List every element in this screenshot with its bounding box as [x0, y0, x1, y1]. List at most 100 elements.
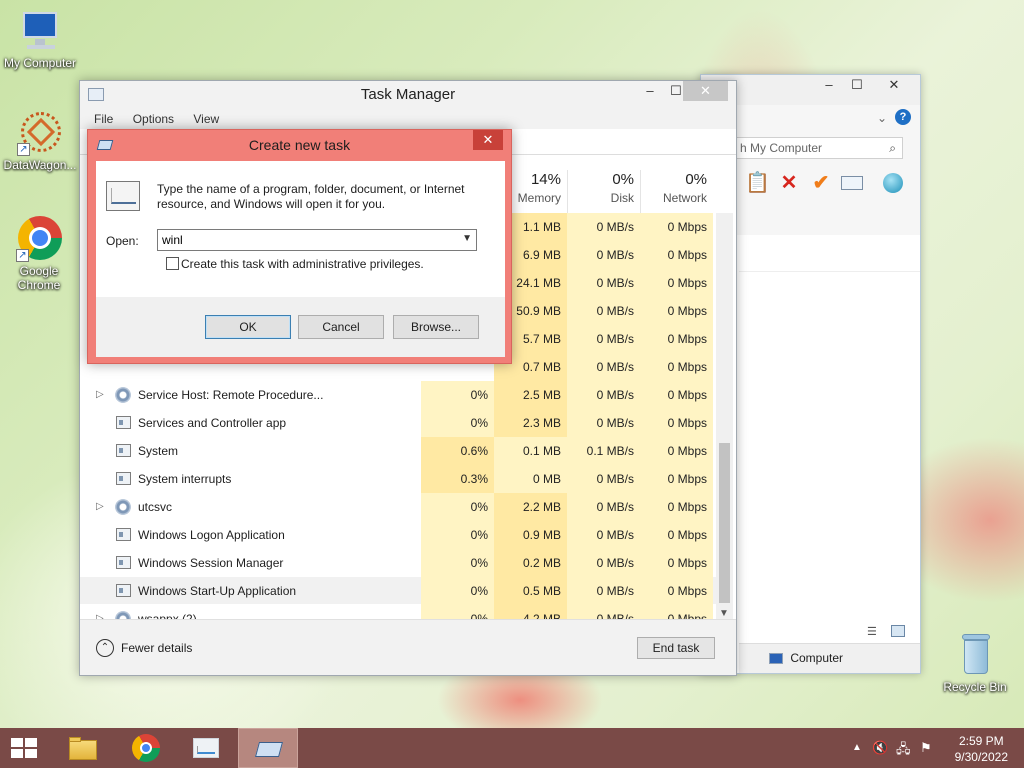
memory-cell: 0.1 MB	[494, 437, 567, 465]
network-cell: 0 Mbps	[640, 409, 713, 437]
desktop-icon-recycle-bin[interactable]: Recycle Bin	[935, 632, 1015, 694]
run-program-icon	[106, 181, 140, 211]
scrollbar-thumb[interactable]	[719, 443, 730, 603]
globe-icon[interactable]	[881, 171, 905, 195]
details-view-icon[interactable]: ☰	[867, 625, 877, 638]
chevron-down-icon[interactable]: ▼	[462, 233, 472, 244]
cancel-button[interactable]: Cancel	[298, 315, 384, 339]
close-icon[interactable]: ✕	[683, 81, 728, 101]
close-icon[interactable]: ✕	[473, 130, 503, 150]
open-combobox[interactable]: ▼	[157, 229, 477, 251]
close-icon[interactable]: ✕	[873, 75, 915, 95]
browse-button[interactable]: Browse...	[393, 315, 479, 339]
menu-options[interactable]: Options	[133, 112, 174, 126]
system-tray: ▲ 🔇 🖧 ⚑ 2:59 PM 9/30/2022	[844, 728, 1024, 768]
cpu-cell: 0%	[421, 493, 494, 521]
vertical-scrollbar[interactable]: ▼	[716, 213, 733, 621]
search-placeholder: h My Computer	[740, 141, 823, 155]
taskbar-create-new-task[interactable]	[238, 728, 298, 768]
memory-cell: 0 MB	[494, 465, 567, 493]
explorer-content-pane[interactable]	[739, 271, 920, 633]
process-row[interactable]: Windows Logon Application 0% 0.9 MB 0 MB/s 0…	[80, 521, 716, 549]
clock[interactable]: 2:59 PM 9/30/2022	[955, 733, 1008, 765]
expand-chevron-icon[interactable]: ▷	[96, 381, 104, 409]
chevron-down-icon[interactable]: ⌄	[877, 111, 887, 125]
scroll-down-arrow-icon[interactable]: ▼	[719, 608, 729, 619]
recycle-bin-icon	[952, 632, 998, 678]
large-icons-view-icon[interactable]	[891, 625, 905, 637]
delete-x-icon[interactable]: ✕	[777, 171, 801, 195]
process-row[interactable]: ▷ Service Host: Remote Procedure... 0% 2.5 …	[80, 381, 716, 409]
dialog-title: Create new task	[248, 137, 351, 153]
network-icon[interactable]: 🖧	[896, 740, 911, 762]
open-input[interactable]	[158, 230, 454, 250]
explorer-search-input[interactable]: h My Computer ⌕	[733, 137, 903, 159]
network-cell: 0 Mbps	[640, 437, 713, 465]
windows-logo-icon	[11, 738, 37, 759]
clipboard-icon[interactable]: 📋	[745, 171, 770, 195]
minimize-icon[interactable]: –	[815, 75, 843, 95]
clock-time: 2:59 PM	[958, 734, 1004, 748]
process-window-icon	[116, 584, 131, 597]
disk-cell: 0 MB/s	[567, 325, 640, 353]
chevron-up-icon[interactable]: ⌃	[96, 639, 114, 657]
taskbar-file-explorer[interactable]	[52, 728, 112, 768]
menu-view[interactable]: View	[193, 112, 219, 126]
maximize-icon[interactable]: ☐	[843, 75, 871, 95]
ok-button[interactable]: OK	[205, 315, 291, 339]
network-cell: 0 Mbps	[640, 521, 713, 549]
process-row[interactable]: Services and Controller app 0% 2.3 MB 0 MB/…	[80, 409, 716, 437]
volume-muted-icon[interactable]: 🔇	[872, 740, 888, 756]
desktop-icon-label: Recycle Bin	[943, 680, 1007, 694]
process-row[interactable]: Windows Start-Up Application 0% 0.5 MB 0 MB…	[80, 577, 716, 605]
desktop-icon-google-chrome[interactable]: ↗ Google Chrome	[0, 216, 78, 292]
network-cell: 0 Mbps	[640, 577, 713, 605]
task-manager-title-bar[interactable]: Task Manager – ☐ ✕	[80, 81, 736, 107]
process-window-icon	[116, 416, 131, 429]
desktop-icon-label: My Computer	[3, 56, 77, 70]
desktop-icon-my-computer[interactable]: My Computer	[0, 8, 80, 70]
taskbar-chrome[interactable]	[116, 728, 176, 768]
menu-file[interactable]: File	[94, 112, 113, 126]
desktop-icon-datawagon[interactable]: ↗ DataWagon...	[0, 110, 80, 172]
disk-cell: 0 MB/s	[567, 521, 640, 549]
process-row[interactable]: Windows Session Manager 0% 0.2 MB 0 MB/s 0 M…	[80, 549, 716, 577]
disk-cell: 0 MB/s	[567, 269, 640, 297]
datawagon-logo-icon: ↗	[17, 110, 63, 156]
help-icon[interactable]: ?	[895, 109, 911, 125]
network-cell: 0 Mbps	[640, 297, 713, 325]
explorer-status-bar: Computer	[739, 643, 920, 673]
checkmark-icon[interactable]: ✔	[809, 171, 833, 195]
start-button[interactable]	[0, 728, 48, 768]
open-label: Open:	[106, 234, 139, 248]
process-name: System interrupts	[138, 472, 232, 486]
process-name: Service Host: Remote Procedure...	[138, 388, 324, 402]
network-cell: 0 Mbps	[640, 465, 713, 493]
fewer-details-link[interactable]: Fewer details	[121, 641, 192, 655]
expand-chevron-icon[interactable]: ▷	[96, 493, 104, 521]
end-task-button[interactable]: End task	[637, 637, 715, 659]
shortcut-arrow-icon: ↗	[16, 249, 29, 262]
rename-icon[interactable]	[841, 171, 865, 195]
show-hidden-icons-icon[interactable]: ▲	[852, 742, 862, 753]
memory-cell: 0.2 MB	[494, 549, 567, 577]
admin-privileges-checkbox[interactable]	[166, 257, 179, 270]
task-manager-app-icon	[88, 88, 104, 101]
column-header-network[interactable]: 0% Network	[640, 170, 713, 213]
cpu-cell: 0%	[421, 549, 494, 577]
disk-cell: 0.1 MB/s	[567, 437, 640, 465]
taskbar-task-manager[interactable]	[176, 728, 236, 768]
folder-icon	[67, 734, 97, 762]
create-new-task-dialog[interactable]: Create new task ✕ Type the name of a pro…	[87, 129, 512, 364]
disk-cell: 0 MB/s	[567, 493, 640, 521]
action-center-icon[interactable]: ⚑	[920, 740, 932, 756]
column-header-disk[interactable]: 0% Disk	[567, 170, 640, 213]
process-row[interactable]: System interrupts 0.3% 0 MB 0 MB/s 0 Mbps	[80, 465, 716, 493]
process-row[interactable]: ▷ utcsvc 0% 2.2 MB 0 MB/s 0 Mbps	[80, 493, 716, 521]
minimize-icon[interactable]: –	[636, 81, 664, 101]
process-row[interactable]: System 0.6% 0.1 MB 0.1 MB/s 0 Mbps	[80, 437, 716, 465]
network-cell: 0 Mbps	[640, 241, 713, 269]
admin-privileges-label[interactable]: Create this task with administrative pri…	[181, 257, 424, 271]
dialog-title-bar[interactable]: Create new task ✕	[88, 130, 511, 158]
cpu-cell: 0%	[421, 409, 494, 437]
